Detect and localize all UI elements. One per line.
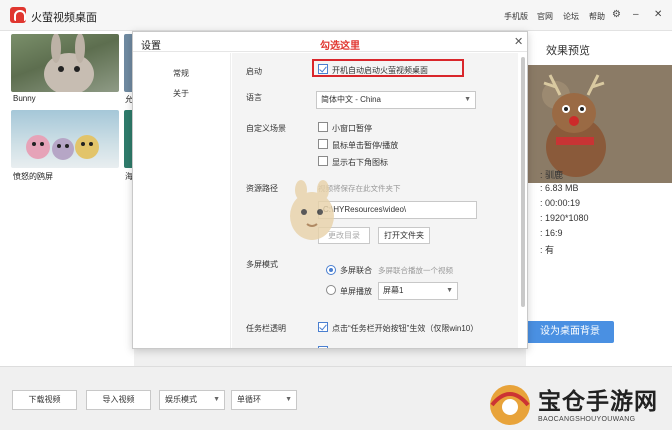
- title-bar: 火萤视频桌面 手机版 官网 论坛 帮助 ⚙ – ✕: [0, 0, 672, 31]
- close-icon[interactable]: ✕: [514, 35, 523, 48]
- taskbar-checkbox[interactable]: [318, 322, 328, 332]
- preview-panel: 效果预览 : 驯鹿 : 6.83 MB : 00:00:19 : 1920*10…: [526, 31, 672, 366]
- check-here-hint: 勾选这里: [320, 41, 360, 52]
- path-input[interactable]: C:\HYResources\video\: [318, 201, 477, 219]
- close-window-icon[interactable]: ✕: [654, 9, 662, 21]
- nav-item-about[interactable]: 关于: [173, 88, 189, 99]
- multi-join-text: 多屏联合: [340, 266, 372, 275]
- import-video-button[interactable]: 导入视频: [86, 390, 151, 410]
- loop-select-value: 单循环: [237, 395, 261, 404]
- multi-join-radio[interactable]: [326, 265, 336, 275]
- app-logo-icon: [10, 7, 26, 23]
- info-resolution: : 1920*1080: [540, 213, 589, 223]
- wallpaper-thumb-bunny[interactable]: [11, 34, 119, 92]
- window-pause-checkbox[interactable]: [318, 122, 328, 132]
- bunny-image: [44, 34, 94, 92]
- startup-label: 启动: [246, 67, 262, 76]
- info-ratio: : 16:9: [540, 228, 563, 238]
- minimize-icon[interactable]: –: [633, 9, 639, 21]
- watermark-subtext: BAOCANGSHOUYOUWANG: [538, 416, 636, 423]
- single-play-text: 单屏播放: [340, 287, 372, 296]
- preview-duration: 00:00:19: [545, 198, 581, 208]
- dialog-title: 设置: [141, 41, 161, 52]
- chevron-down-icon: ▼: [285, 396, 292, 403]
- mascot-watermark-icon: [290, 180, 334, 240]
- nav-item-general[interactable]: 常规: [173, 68, 189, 79]
- info-name: : 驯鹿: [540, 170, 564, 180]
- multi-join-hint: 多屏联合播放一个视频: [378, 266, 453, 275]
- tray-icon-text: 显示右下角图标: [332, 158, 388, 167]
- mode-select-value: 娱乐模式: [165, 395, 197, 404]
- preview-size: 6.83 MB: [545, 183, 579, 193]
- forum-link[interactable]: 论坛: [563, 11, 579, 22]
- info-sound: : 有: [540, 245, 555, 255]
- wallpaper-label: Bunny: [13, 94, 36, 103]
- tray-icon-checkbox[interactable]: [318, 156, 328, 166]
- taskbar-text: 点击“任务栏开始按钮”生效（仅限win10）: [332, 324, 479, 333]
- wallpaper-thumb-angry-birds[interactable]: [11, 110, 119, 168]
- mode-select[interactable]: 娱乐模式 ▼: [159, 390, 225, 410]
- single-play-radio[interactable]: [326, 285, 336, 295]
- gear-icon[interactable]: ⚙: [612, 9, 621, 21]
- settings-nav: 常规 关于: [133, 53, 231, 348]
- scrollbar-thumb[interactable]: [521, 57, 525, 307]
- mobile-link[interactable]: 手机版: [504, 11, 528, 22]
- autostart-text: 开机自动启动火萤视频桌面: [332, 66, 428, 75]
- birds-image: [26, 135, 99, 160]
- screen-select[interactable]: 屏幕1 ▼: [378, 282, 458, 300]
- screen-value: 屏幕1: [383, 286, 404, 295]
- dialog-header: 设置 勾选这里 ✕: [133, 32, 527, 52]
- info-size: : 6.83 MB: [540, 183, 579, 193]
- wallpaper-label: 愤怒的鸥屏: [13, 172, 53, 181]
- resource-path-label: 资源路径: [246, 184, 278, 193]
- language-value: 简体中文 - China: [321, 95, 382, 104]
- website-link[interactable]: 官网: [537, 11, 553, 22]
- window-pause-text: 小窗口暂停: [332, 124, 372, 133]
- site-watermark: 宝仓手游网 BAOCANGSHOUYOUWANG: [482, 375, 672, 430]
- wallpaper-grid: Bunny 允 愤怒的鸥屏 海: [0, 31, 138, 366]
- preview-name: 驯鹿: [545, 170, 564, 180]
- download-video-button[interactable]: 下载视频: [12, 390, 77, 410]
- preview-title: 效果预览: [546, 45, 590, 57]
- reindeer-image: [526, 65, 672, 183]
- set-background-button[interactable]: 设为桌面背景: [526, 321, 614, 343]
- chevron-down-icon: ▼: [446, 287, 453, 294]
- watermark-logo-icon: [490, 385, 530, 425]
- open-folder-button[interactable]: 打开文件夹: [378, 227, 430, 244]
- custom-scene-label: 自定义场景: [246, 124, 286, 133]
- language-label: 语言: [246, 93, 262, 102]
- click-pause-checkbox[interactable]: [318, 139, 328, 149]
- autostart-checkbox[interactable]: [318, 64, 328, 74]
- settings-content: 启动 开机自动启动火萤视频桌面 语言 简体中文 - China ▼ 自定义场景 小…: [232, 53, 518, 348]
- preview-ratio: 16:9: [545, 228, 563, 238]
- app-title: 火萤视频桌面: [31, 12, 97, 24]
- click-pause-text: 鼠标单击暂停/播放: [332, 141, 399, 150]
- preview-sound: 有: [545, 245, 555, 255]
- info-duration: : 00:00:19: [540, 198, 581, 208]
- taskbar-label: 任务栏透明: [246, 324, 286, 333]
- multiscreen-label: 多屏模式: [246, 260, 278, 269]
- language-select[interactable]: 简体中文 - China ▼: [316, 91, 476, 109]
- loop-select[interactable]: 单循环 ▼: [231, 390, 297, 410]
- preview-resolution: 1920*1080: [545, 213, 589, 223]
- chevron-down-icon: ▼: [464, 96, 471, 103]
- watermark-text: 宝仓手游网: [538, 388, 658, 415]
- preview-image: [526, 65, 672, 183]
- dialog-scrollbar[interactable]: [518, 53, 527, 348]
- chevron-down-icon: ▼: [213, 396, 220, 403]
- next-option-checkbox[interactable]: [318, 346, 328, 348]
- help-link[interactable]: 帮助: [589, 11, 605, 22]
